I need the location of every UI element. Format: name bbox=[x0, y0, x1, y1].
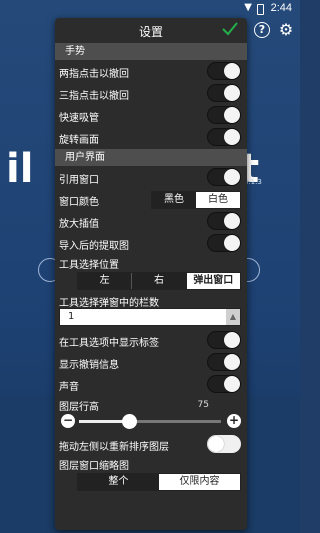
toggle-drag-reorder[interactable] bbox=[207, 435, 241, 453]
chevron-up-icon: ▲ bbox=[226, 309, 240, 325]
setting-reference-window: 引用窗口 bbox=[55, 166, 247, 188]
layer-height-slider[interactable] bbox=[79, 414, 221, 429]
setting-label: 旋转画面 bbox=[59, 135, 99, 146]
window-color-segment: 黑色 白色 bbox=[151, 191, 241, 209]
option-right[interactable]: 右 bbox=[131, 273, 186, 289]
setting-window-color: 窗口颜色 黑色 白色 bbox=[55, 188, 247, 210]
option-popup[interactable]: 弹出窗口 bbox=[185, 273, 240, 289]
toggle-knob bbox=[208, 436, 224, 452]
setting-label: 两指点击以撤回 bbox=[59, 69, 129, 80]
setting-label: 拖动左侧以重新排序图层 bbox=[59, 442, 169, 453]
setting-label: 声音 bbox=[59, 382, 79, 393]
toggle-knob bbox=[224, 169, 240, 185]
layer-thumb-segment: 整个 仅限内容 bbox=[77, 473, 241, 491]
plus-icon[interactable]: + bbox=[227, 414, 241, 428]
setting-sound: 声音 bbox=[55, 373, 247, 395]
status-bar: ▼ 2:44 bbox=[0, 0, 300, 18]
setting-layer-thumb-label-row: 图层窗口缩略图 bbox=[55, 455, 247, 472]
toggle-knob bbox=[224, 354, 240, 370]
setting-label: 快速吸管 bbox=[59, 113, 99, 124]
toggle-show-undo-info[interactable] bbox=[207, 353, 241, 371]
setting-two-finger-undo: 两指点击以撤回 bbox=[55, 60, 247, 82]
setting-quick-eyedropper: 快速吸管 bbox=[55, 104, 247, 126]
setting-label: 放大插值 bbox=[59, 219, 99, 230]
setting-three-finger-undo: 三指点击以撤回 bbox=[55, 82, 247, 104]
setting-zoom-interpolation: 放大插值 bbox=[55, 210, 247, 232]
setting-label: 在工具选项中显示标签 bbox=[59, 338, 159, 349]
top-icons: ? ⚙ bbox=[254, 22, 294, 38]
toggle-knob bbox=[224, 332, 240, 348]
gear-icon[interactable]: ⚙ bbox=[278, 22, 294, 38]
option-left[interactable]: 左 bbox=[78, 273, 132, 289]
toggle-rotate-canvas[interactable] bbox=[207, 128, 241, 146]
tool-position-segment: 左 右 弹出窗口 bbox=[77, 272, 241, 290]
option-black[interactable]: 黑色 bbox=[152, 192, 196, 208]
layer-height-slider-row: − + bbox=[55, 411, 247, 433]
option-white[interactable]: 白色 bbox=[196, 192, 240, 208]
toggle-sound[interactable] bbox=[207, 375, 241, 393]
app-logo-left: il bbox=[6, 146, 34, 192]
toggle-zoom-interpolation[interactable] bbox=[207, 212, 241, 230]
wifi-icon: ▼ bbox=[244, 2, 252, 13]
battery-icon bbox=[257, 4, 264, 15]
setting-label: 窗口颜色 bbox=[59, 197, 99, 208]
toggle-show-labels[interactable] bbox=[207, 331, 241, 349]
panel-title: 设置 bbox=[138, 25, 163, 39]
setting-label: 引用窗口 bbox=[59, 175, 99, 186]
setting-post-import-extract: 导入后的提取图 bbox=[55, 232, 247, 254]
toggle-knob bbox=[224, 63, 240, 79]
toggle-knob bbox=[224, 107, 240, 123]
setting-label: 图层窗口缩略图 bbox=[59, 461, 129, 472]
section-ui: 用户界面 bbox=[55, 149, 247, 166]
option-whole[interactable]: 整个 bbox=[78, 474, 159, 490]
setting-label: 工具选择位置 bbox=[59, 260, 119, 271]
setting-tool-position-label-row: 工具选择位置 bbox=[55, 254, 247, 271]
tool-columns-dropdown[interactable]: 1 ▲ bbox=[59, 308, 241, 326]
toggle-post-import-extract[interactable] bbox=[207, 234, 241, 252]
minus-icon[interactable]: − bbox=[61, 414, 75, 428]
layer-height-value: 75 bbox=[197, 400, 209, 410]
toggle-three-finger-undo[interactable] bbox=[207, 84, 241, 102]
setting-label: 三指点击以撤回 bbox=[59, 91, 129, 102]
setting-drag-reorder: 拖动左侧以重新排序图层 bbox=[55, 433, 247, 455]
setting-tool-columns: 1 ▲ bbox=[55, 307, 247, 329]
setting-show-undo-info: 显示撤销信息 bbox=[55, 351, 247, 373]
toggle-two-finger-undo[interactable] bbox=[207, 62, 241, 80]
setting-show-labels: 在工具选项中显示标签 bbox=[55, 329, 247, 351]
setting-rotate-canvas: 旋转画面 bbox=[55, 126, 247, 148]
toggle-quick-eyedropper[interactable] bbox=[207, 106, 241, 124]
toggle-knob bbox=[224, 376, 240, 392]
section-gesture: 手势 bbox=[55, 43, 247, 60]
toggle-knob bbox=[224, 85, 240, 101]
slider-thumb[interactable] bbox=[121, 414, 137, 429]
toggle-knob bbox=[224, 213, 240, 229]
help-icon[interactable]: ? bbox=[254, 22, 270, 38]
setting-tool-position: 左 右 弹出窗口 bbox=[55, 270, 247, 291]
dropdown-value: 1 bbox=[68, 311, 75, 322]
toggle-knob bbox=[224, 129, 240, 145]
confirm-check-icon[interactable] bbox=[221, 20, 239, 38]
setting-layer-height-label-row: 图层行高 75 bbox=[55, 395, 247, 413]
setting-tool-columns-label-row: 工具选择弹窗中的栏数 bbox=[55, 291, 247, 309]
setting-label: 显示撤销信息 bbox=[59, 360, 119, 371]
toggle-reference-window[interactable] bbox=[207, 168, 241, 186]
settings-panel: 设置 手势 两指点击以撤回 三指点击以撤回 快速吸管 旋转画面 用户界面 引用窗… bbox=[55, 18, 247, 530]
status-time: 2:44 bbox=[270, 2, 292, 14]
setting-label: 导入后的提取图 bbox=[59, 241, 129, 252]
option-content-only[interactable]: 仅限内容 bbox=[159, 474, 240, 490]
panel-header: 设置 bbox=[55, 18, 247, 42]
setting-layer-thumb: 整个 仅限内容 bbox=[55, 471, 247, 492]
toggle-knob bbox=[224, 235, 240, 251]
